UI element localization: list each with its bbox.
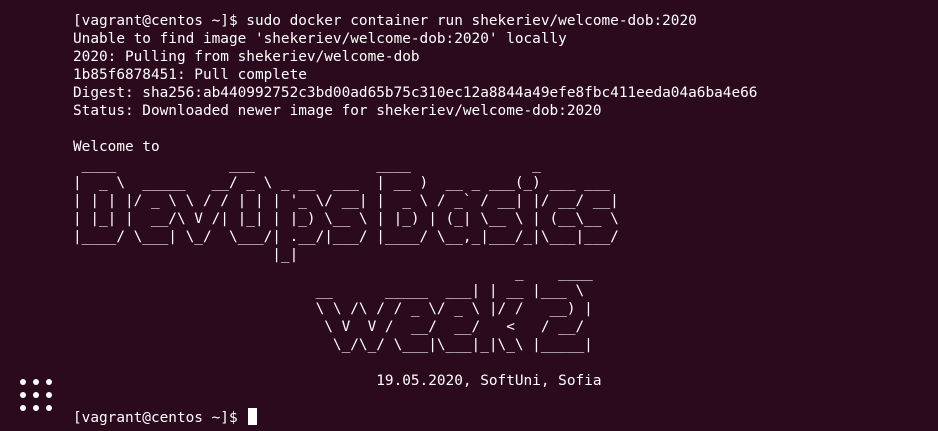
terminal-window[interactable]: [vagrant@centos ~]$ sudo docker containe… [73, 12, 938, 431]
prompt-line[interactable]: [vagrant@centos ~]$ [73, 408, 938, 426]
terminal-line: 1b85f6878451: Pull complete [73, 67, 307, 83]
grid-dot [46, 392, 52, 398]
terminal-line: 2020: Pulling from shekeriev/welcome-dob [73, 49, 420, 65]
grid-dot [33, 405, 39, 411]
ascii-art-banner: ____ ___ ____ _ | _ \ _____ __/ _ \ _ __… [73, 157, 619, 353]
grid-dot [33, 392, 39, 398]
terminal-line: Status: Downloaded newer image for sheke… [73, 103, 602, 119]
grid-dot [20, 392, 26, 398]
grid-dot [20, 379, 26, 385]
grid-dot [46, 405, 52, 411]
shell-prompt: [vagrant@centos ~]$ [73, 410, 247, 426]
dock [0, 0, 71, 431]
grid-dot [20, 405, 26, 411]
show-applications-grid-icon[interactable] [18, 377, 54, 413]
terminal-line: Unable to find image 'shekeriev/welcome-… [73, 31, 567, 47]
terminal-line: [vagrant@centos ~]$ sudo docker containe… [73, 13, 697, 29]
terminal-line: Welcome to [73, 139, 160, 155]
grid-dot [46, 379, 52, 385]
grid-dot [33, 379, 39, 385]
terminal-line: Digest: sha256:ab440992752c3bd00ad65b75c… [73, 85, 758, 101]
text-cursor [248, 408, 258, 425]
event-footer: 19.05.2020, SoftUni, Sofia [73, 373, 602, 389]
